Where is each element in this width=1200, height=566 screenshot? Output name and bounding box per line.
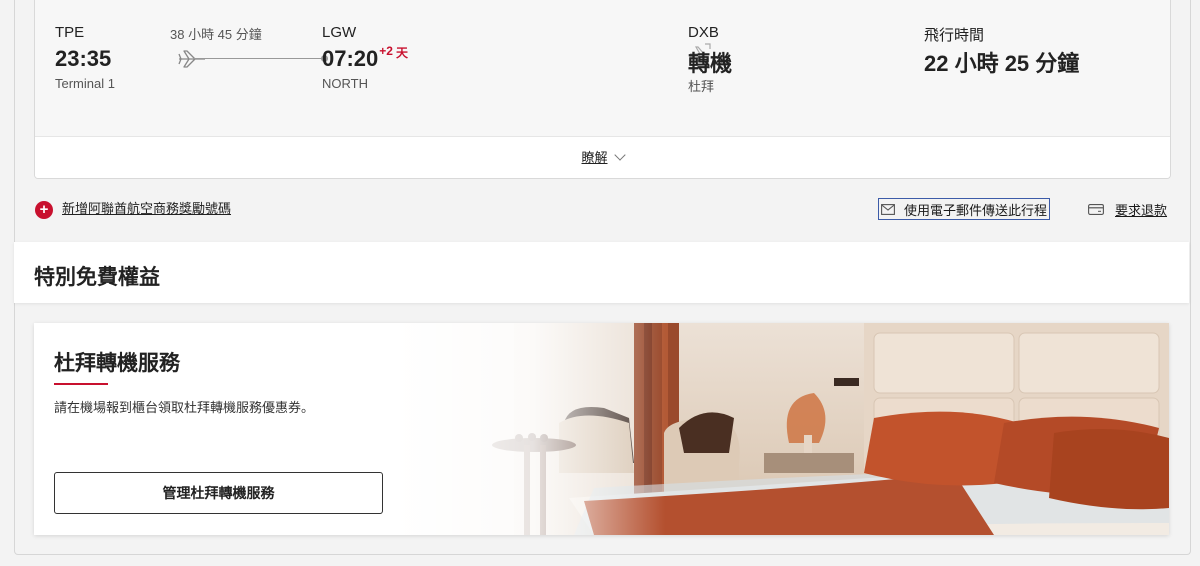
chevron-down-icon — [613, 149, 626, 161]
hotel-room-image — [394, 323, 1169, 535]
manage-service-button[interactable]: 管理杜拜轉機服務 — [54, 472, 383, 514]
service-description: 請在機場報到櫃台領取杜拜轉機服務優惠券。 — [54, 400, 315, 415]
benefits-header: 特別免費權益 — [14, 242, 1189, 303]
service-title: 杜拜轉機服務 — [54, 352, 180, 375]
route-line — [193, 58, 323, 59]
dest-plus-days: +2 — [379, 44, 393, 58]
flight-time-label: 飛行時間 — [924, 27, 985, 44]
flight-segment-card: TPE 23:35 Terminal 1 38 小時 45 分鐘 LGW 07:… — [34, 0, 1171, 179]
origin-code: TPE — [55, 24, 85, 41]
email-itinerary-label: 使用電子郵件傳送此行程 — [904, 202, 1048, 218]
add-skywards-link[interactable]: + 新增阿聯酋航空商務獎勵號碼 — [35, 198, 231, 219]
dest-terminal: NORTH — [322, 76, 368, 91]
request-refund-link[interactable]: 要求退款 — [1088, 200, 1167, 219]
dest-plus-days-unit: 天 — [395, 46, 408, 60]
origin-time: 23:35 — [55, 46, 112, 71]
flight-summary: TPE 23:35 Terminal 1 38 小時 45 分鐘 LGW 07:… — [35, 0, 1170, 136]
request-refund-label: 要求退款 — [1115, 203, 1168, 218]
transfer-label: 轉機 — [688, 51, 733, 76]
mail-icon — [881, 203, 895, 215]
credit-card-icon — [1088, 204, 1104, 215]
title-accent-line — [54, 383, 108, 385]
origin-terminal: Terminal 1 — [55, 76, 115, 91]
plus-circle-icon: + — [35, 200, 53, 219]
dubai-connect-card: 杜拜轉機服務 請在機場報到櫃台領取杜拜轉機服務優惠券。 管理杜拜轉機服務 — [34, 323, 1169, 535]
transfer-code: DXB — [688, 24, 719, 41]
dest-time-wrap: 07:20+2 天 — [322, 44, 408, 72]
email-itinerary-link[interactable]: 使用電子郵件傳送此行程 — [878, 198, 1051, 220]
details-toggle[interactable]: 瞭解 — [35, 147, 1170, 166]
dest-code: LGW — [322, 24, 357, 41]
airplane-icon — [178, 50, 205, 68]
segment-duration: 38 小時 45 分鐘 — [170, 27, 262, 42]
add-skywards-label: 新增阿聯酋航空商務獎勵號碼 — [62, 201, 232, 216]
details-link[interactable]: 瞭解 — [581, 150, 607, 165]
dest-time: 07:20 — [322, 46, 379, 71]
benefits-title: 特別免費權益 — [34, 266, 160, 289]
flight-time-value: 22 小時 25 分鐘 — [924, 51, 1080, 76]
details-toggle-row: 瞭解 — [35, 136, 1170, 178]
transfer-city: 杜拜 — [688, 79, 715, 94]
